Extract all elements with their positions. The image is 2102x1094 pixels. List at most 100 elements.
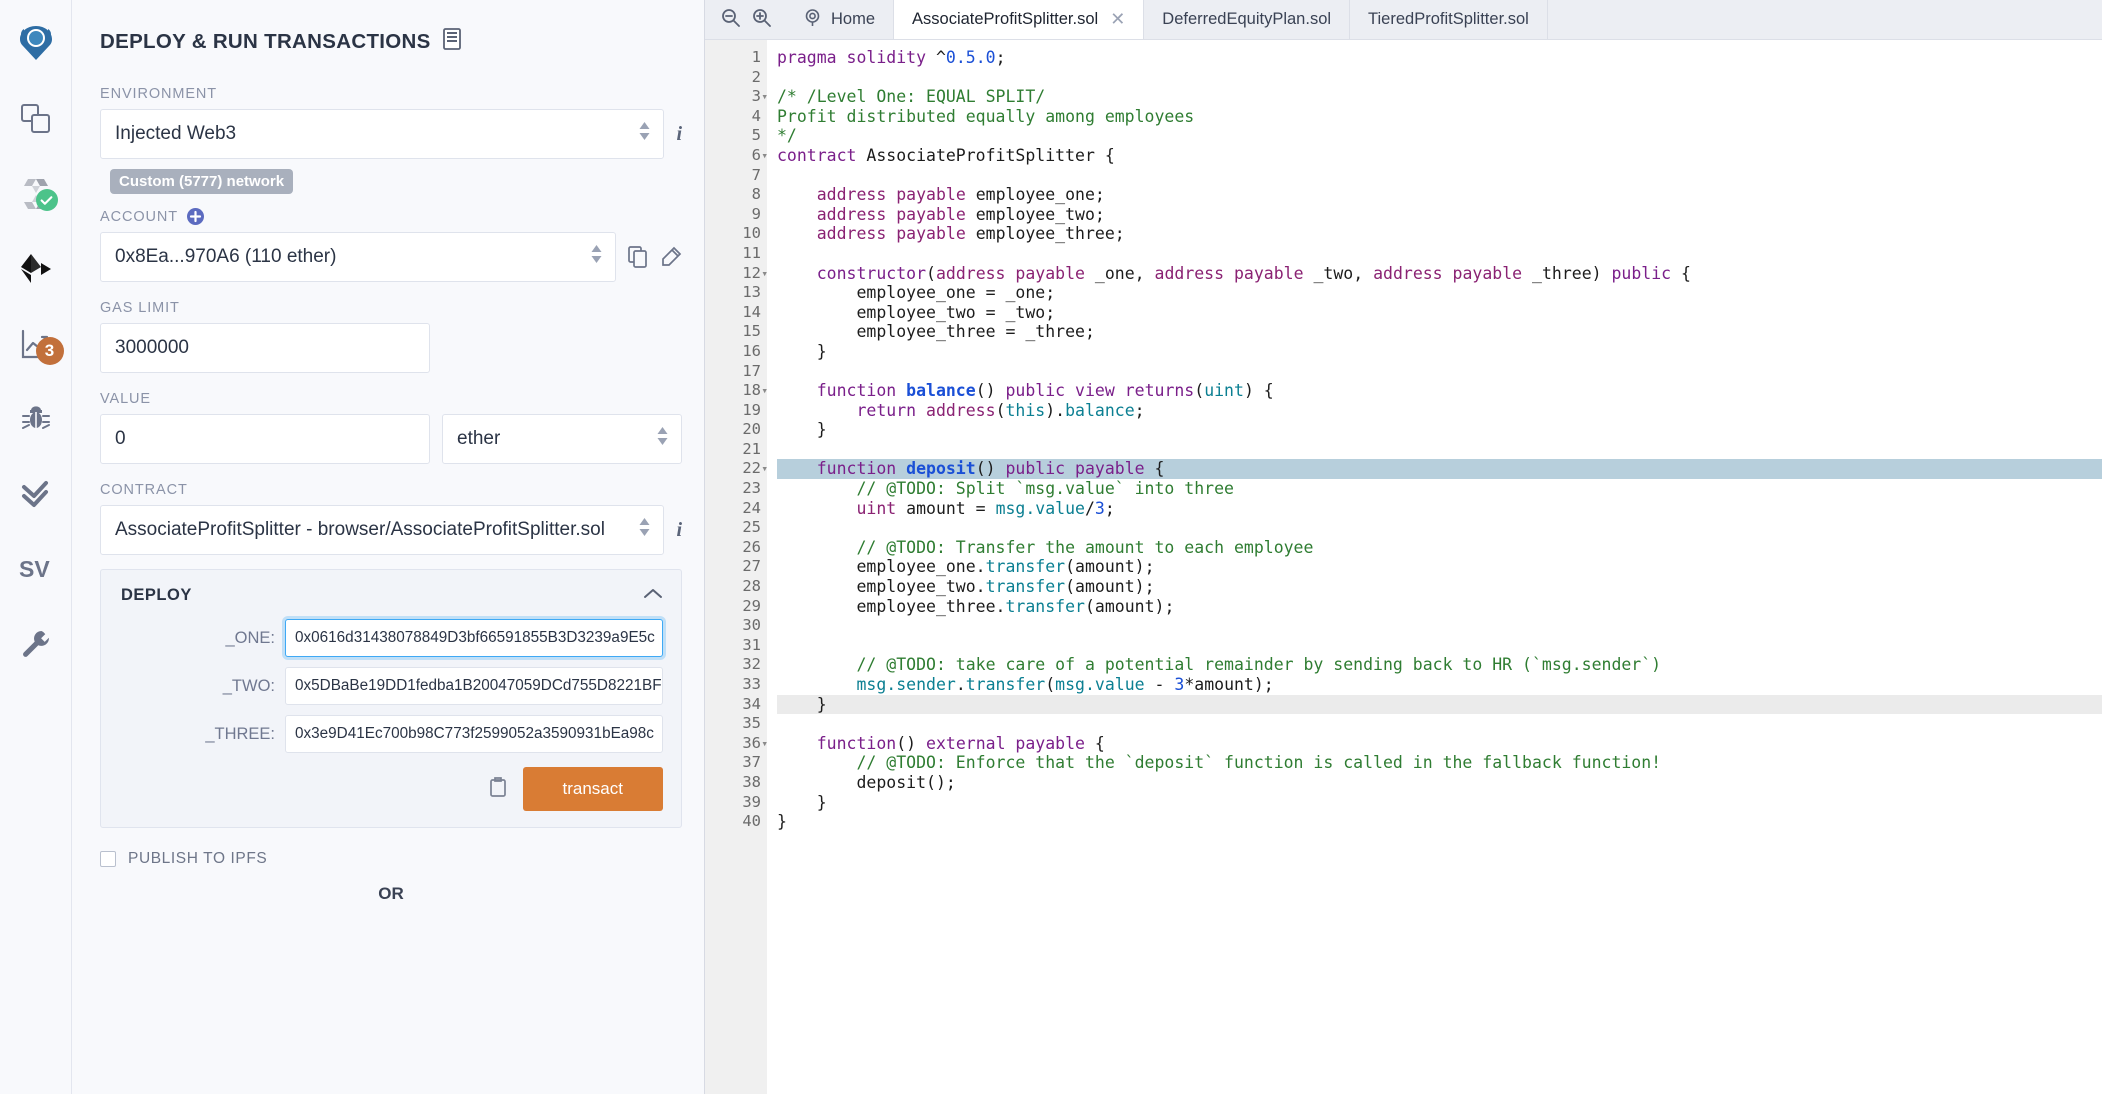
- code-line[interactable]: }: [777, 420, 2102, 440]
- code-token: employee_two.: [777, 577, 986, 597]
- code-line[interactable]: [777, 636, 2102, 656]
- code-line[interactable]: // @TODO: Transfer the amount to each em…: [777, 538, 2102, 558]
- code-line[interactable]: function balance() public view returns(u…: [777, 381, 2102, 401]
- deploy-arg-input-three[interactable]: 0x3e9D41Ec700b98C773f2599052a3590931bEa9…: [285, 715, 663, 753]
- tab-associate-profit-splitter[interactable]: AssociateProfitSplitter.sol ✕: [894, 0, 1145, 39]
- code-line[interactable]: deposit();: [777, 773, 2102, 793]
- chevron-updown-icon: [590, 243, 603, 271]
- code-line[interactable]: msg.sender.transfer(msg.value - 3*amount…: [777, 675, 2102, 695]
- code-line[interactable]: address payable employee_one;: [777, 185, 2102, 205]
- contract-info-icon[interactable]: i: [676, 519, 682, 542]
- fold-arrow-icon[interactable]: ▾: [761, 264, 768, 284]
- code-line[interactable]: employee_three = _three;: [777, 322, 2102, 342]
- plugin-manager-icon[interactable]: [0, 606, 72, 681]
- analysis-icon[interactable]: 3: [0, 306, 72, 381]
- code-token: employee_one.: [777, 557, 986, 577]
- unit-testing-icon[interactable]: [0, 456, 72, 531]
- code-line[interactable]: contract AssociateProfitSplitter {: [777, 146, 2102, 166]
- code-line[interactable]: employee_two.transfer(amount);: [777, 577, 2102, 597]
- code-line[interactable]: pragma solidity ^0.5.0;: [777, 48, 2102, 68]
- code-line[interactable]: [777, 166, 2102, 186]
- code-line[interactable]: [777, 244, 2102, 264]
- code-token: employee_three = _three;: [777, 322, 1095, 342]
- fold-arrow-icon[interactable]: ▾: [761, 146, 768, 166]
- gas-limit-label: GAS LIMIT: [100, 300, 180, 316]
- code-content[interactable]: pragma solidity ^0.5.0; /* /Level One: E…: [767, 40, 2102, 1094]
- line-number: 33: [742, 675, 761, 693]
- environment-info-icon[interactable]: i: [676, 123, 682, 146]
- fold-arrow-icon[interactable]: ▾: [761, 734, 768, 754]
- close-icon[interactable]: ✕: [1110, 9, 1125, 30]
- code-line[interactable]: constructor(address payable _one, addres…: [777, 264, 2102, 284]
- code-line[interactable]: [777, 68, 2102, 88]
- code-token: this: [1005, 400, 1046, 420]
- gas-limit-value: 3000000: [115, 337, 189, 358]
- contract-label: CONTRACT: [100, 482, 188, 498]
- code-line[interactable]: [777, 616, 2102, 636]
- deploy-run-transactions-icon[interactable]: [0, 231, 72, 306]
- code-line[interactable]: address payable employee_three;: [777, 224, 2102, 244]
- copy-constructor-args-icon[interactable]: [489, 776, 507, 803]
- collapse-deploy-icon[interactable]: [643, 586, 663, 605]
- code-line[interactable]: function() external payable {: [777, 734, 2102, 754]
- documentation-icon[interactable]: [442, 28, 461, 56]
- deploy-arg-input-one[interactable]: 0x0616d31438078849D3bf66591855B3D3239a9E…: [285, 619, 663, 657]
- file-explorers-icon[interactable]: [0, 81, 72, 156]
- zoom-out-icon[interactable]: [721, 8, 740, 32]
- code-line[interactable]: // @TODO: Split `msg.value` into three: [777, 479, 2102, 499]
- code-line[interactable]: employee_two = _two;: [777, 303, 2102, 323]
- code-line[interactable]: }: [777, 694, 2102, 715]
- code-line[interactable]: [777, 362, 2102, 382]
- solidity-visual-auditor-icon[interactable]: SV: [0, 531, 72, 606]
- remix-logo-icon[interactable]: [0, 6, 72, 81]
- add-account-icon[interactable]: [187, 208, 204, 225]
- line-number: 11: [742, 243, 761, 262]
- code-line[interactable]: Profit distributed equally among employe…: [777, 107, 2102, 127]
- code-line[interactable]: /* /Level One: EQUAL SPLIT/: [777, 87, 2102, 107]
- transact-button[interactable]: transact: [522, 767, 663, 811]
- fold-arrow-icon[interactable]: ▾: [761, 381, 768, 401]
- fold-arrow-icon[interactable]: ▾: [761, 87, 768, 107]
- code-line[interactable]: employee_one.transfer(amount);: [777, 557, 2102, 577]
- code-line[interactable]: }: [777, 812, 2102, 832]
- code-line[interactable]: }: [777, 793, 2102, 813]
- deploy-arg-input-two[interactable]: 0x5DBaBe19DD1fedba1B20047059DCd755D8221B…: [285, 667, 663, 705]
- code-line[interactable]: // @TODO: Enforce that the `deposit` fun…: [777, 753, 2102, 773]
- gas-limit-input[interactable]: 3000000: [100, 323, 430, 373]
- code-token: msg.sender: [777, 675, 956, 694]
- value-unit-select[interactable]: ether: [442, 414, 682, 464]
- zoom-in-icon[interactable]: [752, 8, 771, 32]
- tab-tiered-profit-splitter[interactable]: TieredProfitSplitter.sol: [1350, 0, 1548, 39]
- debugger-icon[interactable]: [0, 381, 72, 456]
- code-token: ) {: [1243, 381, 1274, 401]
- publish-to-ipfs-checkbox[interactable]: [100, 851, 116, 867]
- code-line[interactable]: uint amount = msg.value/3;: [777, 499, 2102, 519]
- solidity-compiler-icon[interactable]: [0, 156, 72, 231]
- contract-select[interactable]: AssociateProfitSplitter - browser/Associ…: [100, 505, 665, 555]
- code-line[interactable]: [777, 440, 2102, 460]
- code-token: AssociateProfitSplitter: [866, 145, 1095, 165]
- code-line[interactable]: // @TODO: take care of a potential remai…: [777, 655, 2102, 675]
- copy-account-icon[interactable]: [628, 246, 648, 268]
- code-area[interactable]: 1 2 3 ▾ 4 5 6 ▾ 7 8 9 10 11 12 ▾ 13 14 15 16 17 18 ▾ 19 20 21 22 ▾…: [705, 40, 2102, 1094]
- value-input[interactable]: 0: [100, 414, 430, 464]
- code-line[interactable]: employee_three.transfer(amount);: [777, 597, 2102, 617]
- publish-to-ipfs-row[interactable]: PUBLISH TO IPFS: [100, 850, 682, 868]
- analysis-count-badge: 3: [35, 337, 64, 365]
- code-line[interactable]: }: [777, 342, 2102, 362]
- code-line[interactable]: return address(this).balance;: [777, 401, 2102, 421]
- compile-success-badge: [35, 189, 58, 211]
- code-line[interactable]: [777, 518, 2102, 538]
- sign-message-icon[interactable]: [660, 246, 682, 268]
- code-token: deposit: [906, 459, 976, 479]
- environment-select[interactable]: Injected Web3: [100, 109, 665, 159]
- account-select[interactable]: 0x8Ea...970A6 (110 ether): [100, 232, 616, 282]
- fold-arrow-icon[interactable]: ▾: [761, 459, 768, 479]
- code-line[interactable]: [777, 714, 2102, 734]
- code-line[interactable]: function deposit() public payable {: [777, 459, 2102, 480]
- code-line[interactable]: address payable employee_two;: [777, 205, 2102, 225]
- tab-deferred-equity-plan[interactable]: DeferredEquityPlan.sol: [1144, 0, 1351, 39]
- tab-home[interactable]: Home: [785, 0, 895, 39]
- code-line[interactable]: employee_one = _one;: [777, 283, 2102, 303]
- code-line[interactable]: */: [777, 126, 2102, 146]
